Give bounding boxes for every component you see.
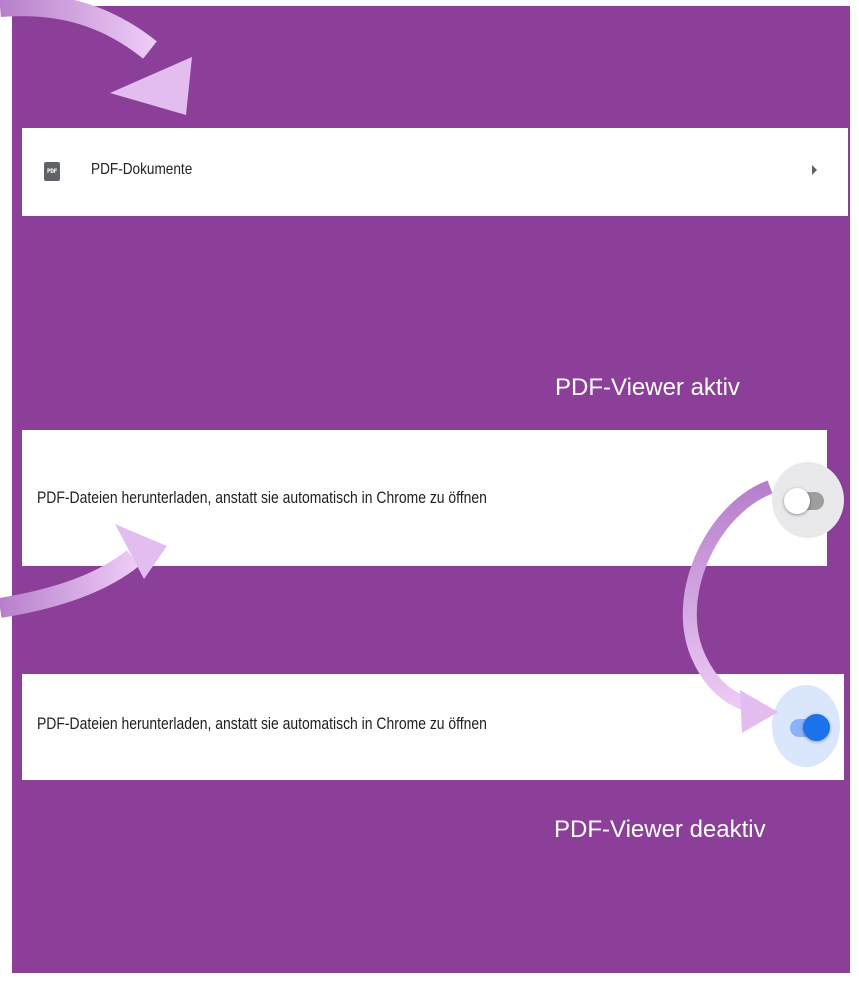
download-pdf-setting-label: PDF-Dateien herunterladen, anstatt sie a… <box>37 488 487 507</box>
pdf-documents-label: PDF-Dokumente <box>91 161 193 178</box>
pdf-document-icon: PDF <box>44 162 60 181</box>
download-pdf-setting-label: PDF-Dateien herunterladen, anstatt sie a… <box>37 714 487 733</box>
toggle-on-knob[interactable] <box>803 714 830 741</box>
toggle-off-knob[interactable] <box>784 488 810 514</box>
caption-pdf-viewer-aktiv: PDF-Viewer aktiv <box>555 374 740 401</box>
pdf-documents-row[interactable]: PDF PDF-Dokumente <box>22 128 848 216</box>
caption-pdf-viewer-deaktiv: PDF-Viewer deaktiv <box>554 816 766 843</box>
download-pdf-setting-row-on: PDF-Dateien herunterladen, anstatt sie a… <box>22 674 844 780</box>
chevron-right-icon <box>812 165 817 175</box>
download-pdf-setting-row-off: PDF-Dateien herunterladen, anstatt sie a… <box>22 430 827 566</box>
